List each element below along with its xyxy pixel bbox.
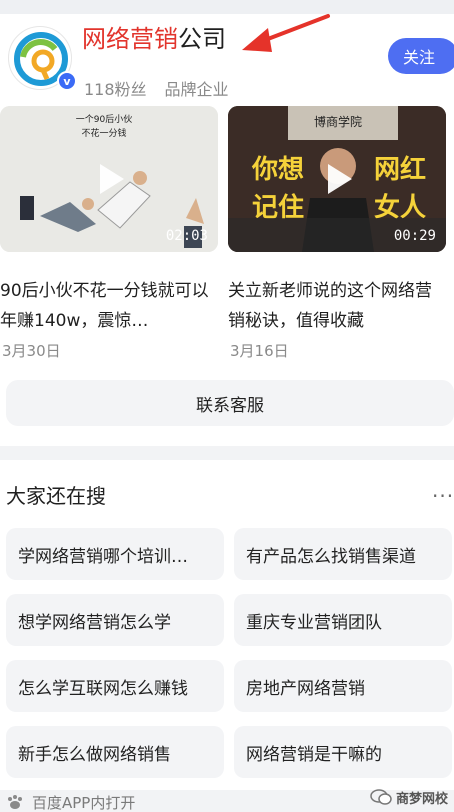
account-name-highlight: 网络营销: [82, 25, 178, 53]
video-thumbnail-2[interactable]: 博商学院 你想 记住 网红 女人 00:29: [228, 106, 446, 252]
video-thumbnail-1[interactable]: 一个90后小伙 不花一分钱 02:03: [0, 106, 218, 252]
related-search-item[interactable]: 网络营销是干嘛的: [234, 726, 452, 778]
baidu-paw-icon: [8, 795, 22, 809]
thumb-caption-2: 不花一分钱: [81, 127, 126, 139]
top-strip: [0, 0, 454, 14]
account-meta: 118粉丝 品牌企业: [84, 76, 229, 100]
related-search-item[interactable]: 怎么学互联网怎么赚钱: [6, 660, 224, 712]
related-search-item[interactable]: 学网络营销哪个培训…: [6, 528, 224, 580]
related-search-item[interactable]: 想学网络营销怎么学: [6, 594, 224, 646]
thumb-text-right: 网红: [374, 154, 426, 185]
contact-service-button[interactable]: 联系客服: [6, 380, 454, 426]
video-title-1[interactable]: 90后小伙不花一分钱就可以年赚140w，震惊…: [0, 276, 210, 336]
thumb-text-left: 你想: [251, 155, 304, 185]
video-duration: 02:03: [165, 228, 208, 244]
account-avatar[interactable]: v: [8, 26, 77, 91]
video-title-2[interactable]: 关立新老师说的这个网络营销秘诀，值得收藏: [228, 276, 438, 336]
related-search-title: 大家还在搜: [6, 484, 106, 508]
video-date-1: 3月30日: [2, 342, 61, 360]
play-icon[interactable]: [314, 156, 360, 202]
related-search-item[interactable]: 重庆专业营销团队: [234, 594, 452, 646]
verified-badge-icon: v: [57, 71, 77, 91]
thumb-caption-1: 一个90后小伙: [76, 114, 132, 125]
more-options-icon[interactable]: ···: [432, 484, 454, 508]
fans-count: 118粉丝: [84, 80, 147, 99]
open-in-app-link[interactable]: 百度APP内打开: [32, 792, 135, 812]
thumb-sign: 博商学院: [314, 114, 362, 129]
red-arrow-annotation-icon: [242, 14, 330, 52]
related-search-item[interactable]: 有产品怎么找销售渠道: [234, 528, 452, 580]
video-duration: 00:29: [393, 228, 436, 244]
account-name-rest: 公司: [178, 25, 226, 53]
account-type: 品牌企业: [164, 80, 229, 99]
account-name[interactable]: 网络营销公司: [82, 24, 226, 54]
wechat-icon: [370, 789, 392, 805]
watermark-text: 商梦网校: [396, 792, 449, 807]
related-search-item[interactable]: 新手怎么做网络销售: [6, 726, 224, 778]
follow-button[interactable]: 关注: [388, 38, 454, 74]
video-date-2: 3月16日: [230, 342, 289, 360]
play-icon[interactable]: [86, 156, 132, 202]
related-search-item[interactable]: 房地产网络营销: [234, 660, 452, 712]
